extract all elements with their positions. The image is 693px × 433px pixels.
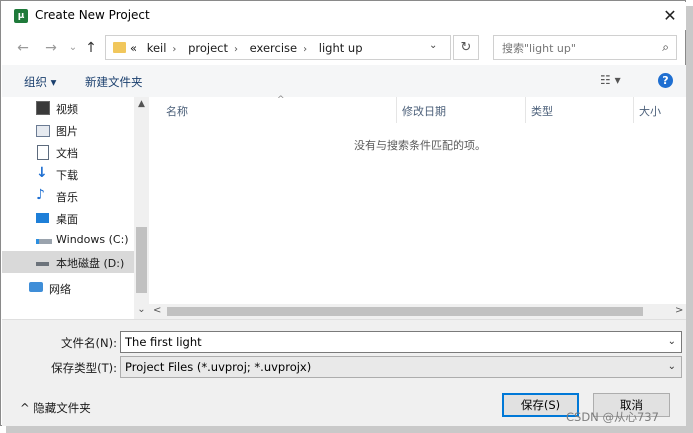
column-divider[interactable] [396,97,397,123]
csdn-watermark: CSDN @从心737 [566,410,659,424]
nav-item-label: Windows (C:) [56,233,129,246]
network-icon [29,282,43,292]
nav-item-downloads[interactable]: ↓ 下载 [2,163,134,185]
folder-icon [113,42,126,53]
desktop-icon [36,213,49,223]
nav-item-label: 本地磁盘 (D:) [56,257,125,270]
breadcrumb-exercise[interactable]: exercise [250,41,297,55]
navigation-scrollbar[interactable]: ▲ ⌄ [134,97,149,319]
search-box[interactable]: ⌕ [493,35,677,60]
command-bar: 组织 ▾ 新建文件夹 ☷ ▾ ? [2,65,686,97]
save-type-select[interactable]: Project Files (*.uvproj; *.uvprojx) ⌄ [120,356,682,378]
column-header-type[interactable]: 类型 [531,103,553,119]
breadcrumb-light-up[interactable]: light up [319,41,363,55]
nav-item-documents[interactable]: 文档 [2,141,134,163]
forward-arrow-icon[interactable]: → [41,37,61,59]
nav-item-label: 桌面 [56,213,78,226]
recent-locations-chevron-icon[interactable]: ⌄ [63,37,83,59]
view-options-icon[interactable]: ☷ ▾ [600,73,621,87]
breadcrumb-separator-icon[interactable]: › [172,44,176,55]
search-icon[interactable]: ⌕ [662,40,669,55]
nav-item-pictures[interactable]: 图片 [2,119,134,141]
download-icon: ↓ [36,165,48,181]
breadcrumb-separator-icon[interactable]: › [234,44,238,55]
window-title: Create New Project [35,8,150,22]
drive-c-icon [36,239,52,244]
column-header-size[interactable]: 大小 [639,103,661,119]
scrollbar-thumb[interactable] [167,307,643,316]
music-icon: ♪ [36,187,45,203]
nav-item-drive-d[interactable]: 本地磁盘 (D:) [2,251,134,273]
documents-icon [37,145,49,160]
scroll-up-icon[interactable]: ▲ [134,99,149,109]
column-divider[interactable] [633,97,634,123]
organize-menu[interactable]: 组织 ▾ [24,74,56,90]
filename-dropdown-icon[interactable]: ⌄ [668,336,676,347]
keil-app-icon: µ [14,9,28,23]
pictures-icon [36,125,50,137]
nav-item-desktop[interactable]: 桌面 [2,207,134,229]
save-dialog: µ Create New Project ✕ ← → ⌄ ↑ « keil › p… [0,0,686,426]
save-type-label: 保存类型(T): [51,361,117,375]
nav-item-drive-c[interactable]: Windows (C:) [2,229,134,251]
nav-item-label: 文档 [56,147,78,160]
breadcrumb-separator-icon[interactable]: › [303,44,307,55]
column-divider[interactable] [525,97,526,123]
title-bar: µ Create New Project ✕ [2,2,686,30]
drive-d-icon [36,262,49,266]
up-arrow-icon[interactable]: ↑ [81,37,101,59]
nav-item-network[interactable]: 网络 [2,277,134,299]
back-arrow-icon[interactable]: ← [13,37,33,59]
address-dropdown-icon[interactable]: ⌄ [429,40,437,51]
navigation-pane: 视频 图片 文档 ↓ 下载 ♪ 音乐 桌面 Windows (C:) 本地磁盘 … [2,97,149,319]
breadcrumb-project[interactable]: project [188,41,228,55]
filename-value[interactable]: The first light [125,335,202,349]
hide-folders-toggle[interactable]: ^ 隐藏文件夹 [20,400,91,416]
scroll-down-icon[interactable]: ⌄ [134,304,149,315]
search-input[interactable] [500,39,654,58]
nav-item-label: 图片 [56,125,78,138]
sort-indicator-icon: ^ [277,95,285,105]
nav-item-label: 网络 [49,283,71,296]
file-list-scrollbar[interactable]: < > [149,304,686,319]
video-icon [36,101,50,115]
address-bar[interactable]: « keil › project › exercise › light up ⌄ [105,35,451,60]
filename-label: 文件名(N): [61,336,117,350]
scrollbar-thumb[interactable] [136,227,147,293]
breadcrumb-keil[interactable]: keil [147,41,167,55]
nav-item-label: 视频 [56,103,78,116]
nav-item-label: 下载 [56,169,78,182]
refresh-icon[interactable]: ↻ [453,35,479,60]
help-icon[interactable]: ? [658,73,673,88]
empty-folder-message: 没有与搜索条件匹配的项。 [354,139,486,152]
scroll-left-icon[interactable]: < [153,305,161,316]
file-list: ^ 名称 修改日期 类型 大小 没有与搜索条件匹配的项。 [149,95,686,319]
filename-field[interactable]: The first light ⌄ [120,331,682,353]
window-shadow-right [686,6,693,433]
window-shadow-bottom [6,426,693,433]
new-folder-button[interactable]: 新建文件夹 [85,74,143,90]
column-header-date-modified[interactable]: 修改日期 [402,103,446,119]
close-icon[interactable]: ✕ [658,6,682,26]
nav-item-label: 音乐 [56,191,78,204]
save-type-value[interactable]: Project Files (*.uvproj; *.uvprojx) [125,360,311,374]
column-header-name[interactable]: 名称 [166,103,188,119]
breadcrumb: « keil › project › exercise › light up [130,41,369,55]
nav-item-videos[interactable]: 视频 [2,97,134,119]
nav-item-music[interactable]: ♪ 音乐 [2,185,134,207]
save-type-dropdown-icon[interactable]: ⌄ [668,361,676,372]
scroll-right-icon[interactable]: > [675,305,683,316]
breadcrumb-overflow[interactable]: « [130,41,137,55]
